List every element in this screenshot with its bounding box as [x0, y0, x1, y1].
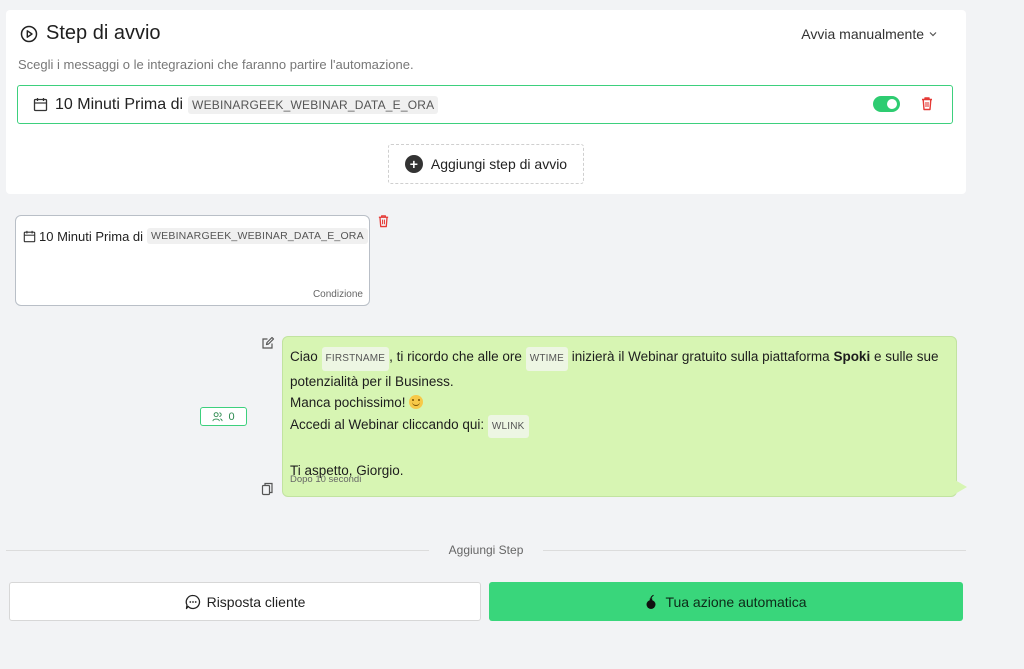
section-title: Step di avvio — [20, 22, 161, 45]
customer-reply-button[interactable]: Risposta cliente — [9, 582, 481, 621]
plus-circle-icon: + — [404, 155, 423, 173]
condition-line: 10 Minuti Prima di WEBINARGEEK_WEBINAR_D… — [23, 228, 368, 244]
message-text: inizierà il Webinar gratuito sulla piatt… — [571, 349, 830, 364]
condition-card[interactable]: 10 Minuti Prima di WEBINARGEEK_WEBINAR_D… — [15, 215, 370, 306]
trash-icon[interactable] — [920, 96, 934, 111]
users-icon — [212, 412, 223, 422]
divider-line — [543, 549, 967, 551]
add-step-divider: Aggiungi Step — [6, 540, 967, 560]
start-mode-label: Avvia manualmente — [801, 26, 924, 42]
chat-bubble-icon — [185, 594, 200, 609]
start-mode-dropdown[interactable]: Avvia manualmente — [801, 26, 938, 42]
message-text: Accedi al Webinar cliccando qui: — [290, 416, 485, 432]
trigger-variable-chip: WEBINARGEEK_WEBINAR_DATA_E_ORA — [188, 95, 439, 114]
condition-text: 10 Minuti Prima di — [39, 228, 144, 244]
play-circle-icon — [20, 25, 38, 42]
add-trigger-label: Aggiungi step di avvio — [430, 156, 568, 172]
automatic-action-label: Tua azione automatica — [665, 593, 807, 610]
bubble-tail — [955, 480, 967, 494]
message-bubble[interactable]: Ciao FIRSTNAME, ti ricordo che alle ore … — [282, 336, 957, 497]
recipients-badge[interactable]: 0 — [200, 407, 247, 426]
automatic-action-button[interactable]: Tua azione automatica — [489, 582, 963, 621]
message-text: Ciao — [290, 349, 318, 364]
condition-variable-chip: WEBINARGEEK_WEBINAR_DATA_E_ORA — [147, 228, 368, 244]
divider-line — [6, 549, 429, 551]
customer-reply-label: Risposta cliente — [206, 593, 306, 610]
message-text: , ti ricordo che alle ore — [389, 349, 522, 364]
calendar-icon — [23, 230, 36, 242]
copy-icon[interactable] — [261, 482, 274, 496]
message-line-1: Ciao FIRSTNAME, ti ricordo che alle ore … — [290, 346, 948, 392]
recipients-count: 0 — [228, 410, 235, 423]
message-line-2: Manca pochissimo! — [290, 392, 948, 414]
trigger-row[interactable]: 10 Minuti Prima di WEBINARGEEK_WEBINAR_D… — [17, 85, 953, 124]
message-line-3: Accedi al Webinar cliccando qui: WLINK — [290, 414, 948, 438]
bomb-icon — [646, 594, 656, 609]
message-line-4: Ti aspetto, Giorgio. — [290, 462, 404, 478]
time-variable-chip: WTIME — [525, 347, 569, 371]
add-step-label: Aggiungi Step — [448, 543, 524, 557]
chevron-down-icon — [929, 32, 937, 37]
firstname-variable-chip: FIRSTNAME — [321, 347, 390, 371]
smile-emoji-icon — [409, 395, 424, 409]
calendar-icon — [33, 98, 48, 112]
condition-type-label: Condizione — [312, 289, 363, 300]
message-delay: Dopo 10 secondi — [290, 473, 362, 485]
trash-icon[interactable] — [377, 214, 390, 228]
trigger-card: Step di avvio Avvia manualmente Scegli i… — [6, 10, 966, 194]
link-variable-chip: WLINK — [487, 414, 529, 438]
trigger-toggle[interactable] — [873, 96, 900, 112]
section-subtitle: Scegli i messaggi o le integrazioni che … — [18, 57, 414, 72]
section-title-text: Step di avvio — [46, 22, 161, 44]
add-trigger-button[interactable]: + Aggiungi step di avvio — [388, 144, 584, 184]
edit-icon[interactable] — [261, 336, 275, 350]
brand-name: Spoki — [833, 349, 871, 364]
message-text: Manca pochissimo! — [290, 395, 406, 410]
trigger-text: 10 Minuti Prima di — [55, 95, 184, 113]
